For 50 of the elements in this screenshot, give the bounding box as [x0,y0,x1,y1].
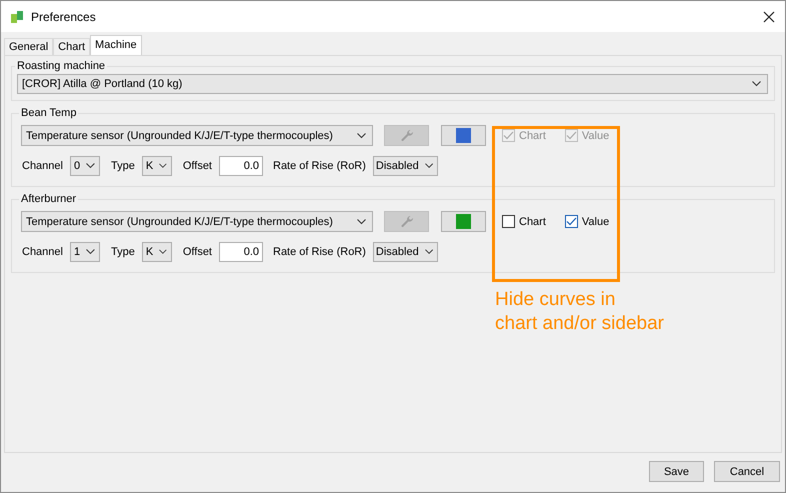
wrench-icon [400,128,414,142]
chevron-icon [752,81,761,87]
dialog-button[interactable]: Cancel [714,461,780,482]
chevron-icon [159,163,167,169]
machine-dropdown[interactable]: [CROR] Atilla @ Portland (10 kg) [17,74,768,94]
wrench-icon [400,214,414,228]
chevron-icon [86,249,95,255]
app-icon [10,10,24,24]
chevron-icon [357,218,366,224]
type-label: Type [110,246,135,258]
offset-label: Offset [182,160,212,172]
dialog-button[interactable]: Save [649,461,704,482]
chevron-icon [357,132,366,138]
ror-dropdown[interactable]: Disabled [372,242,438,262]
ror-label: Rate of Rise (RoR) [273,160,366,172]
ror-label: Rate of Rise (RoR) [273,246,366,258]
chevron-icon [159,249,167,255]
window-title: Preferences [31,10,97,24]
channel-dropdown[interactable]: 0 [70,156,100,176]
chevron-icon [424,249,433,255]
tab[interactable]: General [4,38,54,55]
group-title: Afterburner [20,193,78,205]
close-icon[interactable] [763,10,775,22]
channel-label: Channel [22,246,63,258]
annotation-text: Hide curves in chart and/or sidebar [495,288,664,336]
offset-field[interactable]: 0.0 [219,156,263,176]
type-dropdown[interactable]: K [142,156,172,176]
type-label: Type [110,160,135,172]
channel-label: Channel [22,160,63,172]
ror-dropdown[interactable]: Disabled [372,156,438,176]
checkbox-label: Value [582,130,610,142]
color-button[interactable] [441,211,486,232]
group-title: Roasting machine [16,60,106,72]
sensor-dropdown[interactable]: Temperature sensor (Ungrounded K/J/E/T-type thermocouples) [21,125,373,146]
tab[interactable]: Chart [53,38,90,55]
chevron-icon [86,163,95,169]
channel-dropdown[interactable]: 1 [70,242,100,262]
color-button[interactable] [441,125,486,146]
sensor-dropdown[interactable]: Temperature sensor (Ungrounded K/J/E/T-type thermocouples) [21,211,373,232]
tab[interactable]: Machine [90,35,142,55]
type-dropdown[interactable]: K [142,242,172,262]
offset-label: Offset [182,246,212,258]
checkbox[interactable]: Value [564,215,610,228]
group-title: Bean Temp [20,107,78,119]
checkbox[interactable]: Chart [502,215,546,228]
offset-field[interactable]: 0.0 [219,242,263,262]
checkbox-label: Value [582,216,610,228]
checkbox-label: Chart [519,216,546,228]
chevron-icon [424,163,433,169]
checkbox-label: Chart [519,130,546,142]
